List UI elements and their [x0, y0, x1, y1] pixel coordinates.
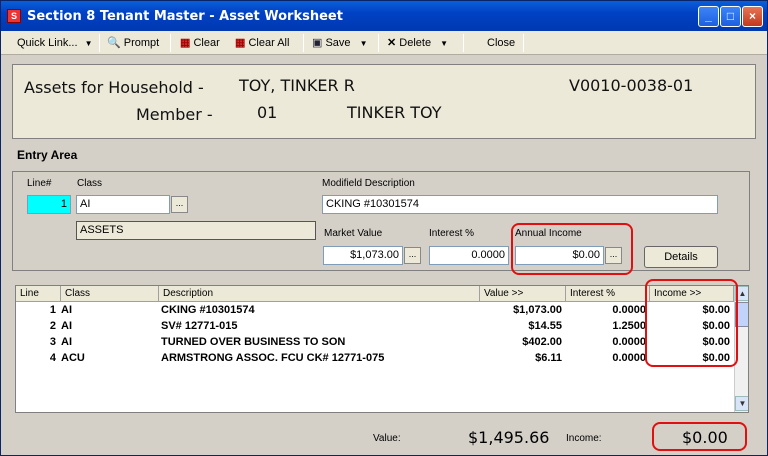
delete-x-icon: ✕ — [387, 37, 397, 49]
column-header-line[interactable]: Line — [16, 286, 61, 302]
row-class: AI — [61, 336, 72, 348]
row-value: $1,073.00 — [513, 304, 562, 316]
table-row[interactable]: 3 AI TURNED OVER BUSINESS TO SON $402.00… — [16, 334, 734, 350]
column-header-description[interactable]: Description — [159, 286, 480, 302]
row-description: SV# 12771-015 — [161, 320, 238, 332]
line-number-field[interactable]: 1 — [27, 195, 71, 214]
annual-income-highlight — [511, 223, 633, 275]
row-class: ACU — [61, 352, 85, 364]
clear-button[interactable]: ▦ Clear — [180, 35, 220, 51]
toolbar-separator — [523, 34, 524, 52]
details-button[interactable]: Details — [644, 246, 718, 268]
dropdown-arrow-icon: ▼ — [440, 39, 449, 48]
save-label: Save — [325, 37, 351, 49]
minimize-button[interactable]: _ — [698, 6, 719, 27]
asset-worksheet-window: S Section 8 Tenant Master - Asset Worksh… — [0, 0, 768, 456]
row-interest: 0.0000 — [612, 352, 646, 364]
assets-grid: Line Class Description Value >> Interest… — [15, 285, 749, 413]
prompt-label: Prompt — [123, 37, 160, 49]
quick-link-menu[interactable]: Quick Link... ▼ — [17, 35, 93, 51]
row-description: CKING #10301574 — [161, 304, 255, 316]
toolbar-separator — [170, 34, 171, 52]
clear-all-label: Clear All — [248, 37, 290, 49]
toolbar-separator — [99, 34, 100, 52]
close-button[interactable]: Close — [487, 35, 515, 51]
clear-all-icon: ▦ — [235, 37, 246, 49]
income-column-highlight — [645, 279, 738, 367]
market-value-lookup-button[interactable]: ... — [404, 247, 421, 264]
row-interest: 1.2500 — [612, 320, 646, 332]
toolbar-separator — [463, 34, 464, 52]
prompt-button[interactable]: 🔍 Prompt — [107, 35, 159, 51]
market-value-label: Market Value — [324, 228, 383, 239]
row-value: $14.55 — [528, 320, 562, 332]
assets-for-household-label: Assets for Household - — [24, 78, 204, 97]
scroll-down-button[interactable]: ▼ — [735, 396, 748, 411]
clear-label: Clear — [193, 37, 220, 49]
entry-area-title: Entry Area — [17, 148, 78, 162]
column-header-interest[interactable]: Interest % — [566, 286, 650, 302]
delete-label: Delete — [399, 37, 432, 49]
interest-label: Interest % — [429, 228, 475, 239]
dropdown-arrow-icon: ▼ — [84, 39, 93, 48]
floppy-disk-icon: ▣ — [312, 37, 323, 49]
row-description: ARMSTRONG ASSOC. FCU CK# 12771-075 — [161, 352, 385, 364]
chevron-down-icon: ▼ — [738, 399, 747, 408]
row-class: AI — [61, 304, 72, 316]
maximize-icon: □ — [726, 9, 735, 23]
window-title: Section 8 Tenant Master - Asset Workshee… — [27, 9, 343, 24]
household-id: V0010-0038-01 — [569, 76, 694, 95]
quick-link-label: Quick Link... — [17, 37, 78, 49]
table-row[interactable]: 2 AI SV# 12771-015 $14.55 1.2500 $0.00 — [16, 318, 734, 334]
class-field[interactable]: AI — [76, 195, 170, 214]
app-icon: S — [7, 9, 21, 23]
income-total-label: Income: — [566, 433, 602, 444]
close-window-button[interactable]: × — [742, 6, 763, 27]
market-value-field[interactable]: $1,073.00 — [323, 246, 403, 265]
minimize-icon: _ — [705, 9, 712, 23]
close-icon: × — [748, 9, 756, 23]
toolbar-separator — [303, 34, 304, 52]
member-name: TINKER TOY — [347, 103, 442, 122]
table-row[interactable]: 1 AI CKING #10301574 $1,073.00 0.0000 $0… — [16, 302, 734, 318]
title-bar[interactable]: S Section 8 Tenant Master - Asset Worksh… — [1, 1, 767, 31]
row-line: 1 — [49, 304, 56, 316]
column-header-value[interactable]: Value >> — [480, 286, 566, 302]
interest-field[interactable]: 0.0000 — [429, 246, 509, 265]
save-button[interactable]: ▣ Save ▼ — [312, 35, 368, 51]
column-header-class[interactable]: Class — [61, 286, 159, 302]
clear-all-button[interactable]: ▦ Clear All — [235, 35, 289, 51]
member-label: Member - — [136, 105, 213, 124]
modified-description-field[interactable]: CKING #10301574 — [322, 195, 718, 214]
toolbar: Quick Link... ▼ 🔍 Prompt ▦ Clear ▦ Clear… — [1, 31, 767, 55]
clear-icon: ▦ — [180, 37, 191, 49]
table-row[interactable]: 4 ACU ARMSTRONG ASSOC. FCU CK# 12771-075… — [16, 350, 734, 366]
row-class: AI — [61, 320, 72, 332]
dropdown-arrow-icon: ▼ — [359, 39, 368, 48]
household-name: TOY, TINKER R — [239, 76, 355, 95]
toolbar-separator — [378, 34, 379, 52]
delete-button[interactable]: ✕ Delete ▼ — [387, 35, 448, 51]
line-label: Line# — [27, 178, 52, 189]
income-total-highlight — [652, 422, 747, 451]
magnifier-icon: 🔍 — [107, 37, 121, 49]
row-line: 2 — [49, 320, 56, 332]
row-value: $402.00 — [522, 336, 562, 348]
row-description: TURNED OVER BUSINESS TO SON — [161, 336, 346, 348]
chevron-up-icon: ▲ — [738, 289, 747, 298]
row-interest: 0.0000 — [612, 336, 646, 348]
class-label: Class — [77, 178, 103, 189]
modified-description-label: Modifield Description — [322, 178, 415, 189]
household-header-panel: Assets for Household - TOY, TINKER R V00… — [12, 64, 756, 139]
row-line: 3 — [49, 336, 56, 348]
row-value: $6.11 — [535, 352, 562, 364]
maximize-button[interactable]: □ — [720, 6, 741, 27]
row-line: 4 — [49, 352, 56, 364]
class-lookup-button[interactable]: ... — [171, 196, 188, 213]
value-total: $1,495.66 — [468, 428, 550, 447]
value-total-label: Value: — [373, 433, 401, 444]
row-interest: 0.0000 — [612, 304, 646, 316]
class-description: ASSETS — [76, 221, 316, 240]
member-number: 01 — [257, 103, 278, 122]
